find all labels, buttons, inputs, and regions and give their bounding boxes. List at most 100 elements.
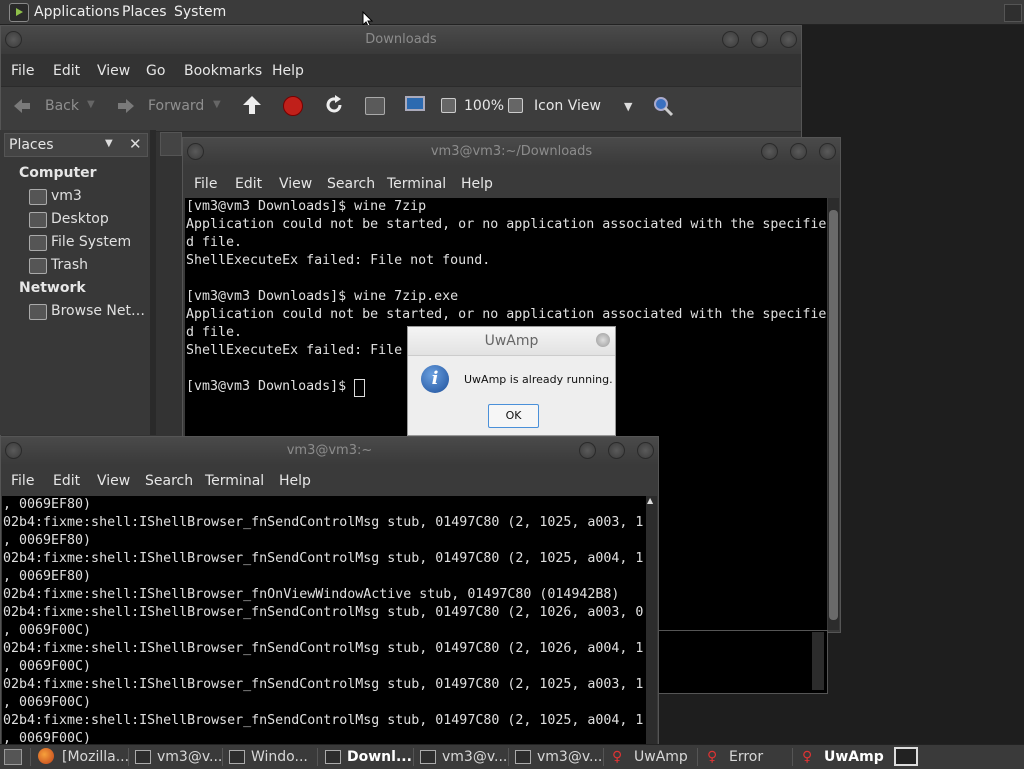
minimize-button[interactable]	[760, 143, 778, 160]
sidebar-dropdown-icon[interactable]: ▼	[105, 138, 113, 149]
stop-icon[interactable]	[283, 96, 303, 116]
terminal-icon	[420, 750, 436, 764]
close-button[interactable]	[780, 31, 797, 48]
back-dropdown-icon[interactable]: ▼	[87, 99, 95, 110]
menu-bookmarks[interactable]: Bookmarks	[184, 63, 262, 79]
menu-view[interactable]: View	[97, 63, 130, 79]
show-desktop-icon[interactable]	[4, 749, 22, 765]
maximize-button[interactable]	[607, 442, 625, 459]
menu-search[interactable]: Search	[145, 473, 193, 489]
terminal-home-scrollbar[interactable]: ▲	[646, 496, 657, 744]
task-error[interactable]: ♀ Error	[707, 747, 763, 767]
sidebar-item-vm3[interactable]: vm3	[51, 188, 82, 204]
terminal-downloads-scrollbar[interactable]	[828, 198, 839, 630]
workspace-switcher-icon[interactable]	[894, 747, 918, 766]
taskbar-separator	[30, 748, 31, 766]
task-terminal-2[interactable]: vm3@v...	[420, 747, 507, 767]
home-folder-icon[interactable]	[365, 97, 385, 115]
show-desktop-icon[interactable]	[1004, 4, 1022, 22]
sidebar-item-trash[interactable]: Trash	[51, 257, 88, 273]
scrollbar-thumb[interactable]	[829, 210, 838, 620]
view-mode-select[interactable]: Icon View	[534, 98, 601, 114]
task-uwamp-1[interactable]: ♀ UwAmp	[612, 747, 688, 767]
places-menu[interactable]: Places	[122, 4, 167, 20]
menu-edit[interactable]: Edit	[53, 473, 80, 489]
menu-search[interactable]: Search	[327, 176, 375, 192]
terminal-line: , 0069EF80)	[3, 533, 92, 548]
sidebar-close-icon[interactable]: ✕	[129, 135, 142, 153]
menu-edit[interactable]: Edit	[53, 63, 80, 79]
distro-logo-icon[interactable]	[9, 3, 29, 22]
dialog-titlebar[interactable]: UwAmp	[408, 327, 615, 356]
menu-view[interactable]: View	[97, 473, 130, 489]
forward-button[interactable]: Forward	[148, 98, 204, 114]
terminal-downloads-titlebar[interactable]: vm3@vm3:~/Downloads	[183, 138, 840, 166]
forward-arrow-icon[interactable]	[116, 97, 136, 115]
maximize-button[interactable]	[750, 31, 768, 48]
task-downloads[interactable]: Downl...	[325, 747, 412, 767]
window-menu-button[interactable]	[5, 442, 22, 459]
sidebar-item-desktop[interactable]: Desktop	[51, 211, 109, 227]
window-menu-button[interactable]	[5, 31, 22, 48]
terminal-line: 02b4:fixme:shell:IShellBrowser_fnSendCon…	[3, 713, 644, 728]
task-firefox[interactable]: [Mozilla...	[42, 747, 129, 767]
terminal-line: 02b4:fixme:shell:IShellBrowser_fnSendCon…	[3, 605, 644, 620]
top-panel: Applications Places System	[0, 0, 1024, 29]
menu-file[interactable]: File	[194, 176, 217, 192]
sidebar-section-computer: Computer	[19, 165, 97, 181]
sidebar-splitter[interactable]	[150, 130, 156, 435]
dialog-ok-button[interactable]: OK	[488, 404, 539, 428]
menu-go[interactable]: Go	[146, 63, 165, 79]
task-label: Downl...	[347, 749, 412, 765]
task-uwamp-2[interactable]: ♀ UwAmp	[802, 747, 884, 767]
applications-menu[interactable]: Applications	[34, 4, 120, 20]
sidebar-item-browse-network[interactable]: Browse Net…	[51, 303, 145, 319]
sidebar-item-file-system[interactable]: File System	[51, 234, 131, 250]
back-arrow-icon[interactable]	[12, 97, 32, 115]
search-icon[interactable]	[652, 95, 674, 117]
menu-file[interactable]: File	[11, 63, 34, 79]
sidebar-header[interactable]: Places ▼ ✕	[4, 133, 148, 157]
minimize-button[interactable]	[721, 31, 739, 48]
maximize-button[interactable]	[789, 143, 807, 160]
dialog-close-button[interactable]	[596, 333, 610, 347]
close-button[interactable]	[819, 143, 836, 160]
terminal-home-titlebar[interactable]: vm3@vm3:~	[1, 437, 658, 465]
taskbar-separator	[697, 748, 698, 766]
back-button[interactable]: Back	[45, 98, 79, 114]
task-terminal-3[interactable]: vm3@v...	[515, 747, 602, 767]
reload-icon[interactable]	[324, 95, 344, 115]
file-manager-menubar: File Edit View Go Bookmarks Help	[1, 57, 801, 85]
file-manager-titlebar[interactable]: Downloads	[1, 26, 801, 54]
menu-view[interactable]: View	[279, 176, 312, 192]
menu-terminal[interactable]: Terminal	[205, 473, 264, 489]
close-button[interactable]	[637, 442, 654, 459]
zoom-out-icon[interactable]	[441, 98, 456, 113]
computer-icon[interactable]	[405, 96, 425, 111]
terminal-downloads-menubar: File Edit View Search Terminal Help	[183, 170, 840, 198]
minimize-button[interactable]	[578, 442, 596, 459]
location-edit-icon[interactable]	[160, 132, 182, 156]
system-menu[interactable]: System	[174, 4, 226, 20]
task-label: UwAmp	[824, 749, 884, 765]
task-terminal-1[interactable]: vm3@v...	[135, 747, 222, 767]
window-title: vm3@vm3:~	[286, 443, 373, 458]
taskbar-separator	[413, 748, 414, 766]
menu-terminal[interactable]: Terminal	[387, 176, 446, 192]
up-arrow-icon[interactable]	[242, 95, 262, 115]
menu-edit[interactable]: Edit	[235, 176, 262, 192]
terminal-home-output[interactable]: , 0069EF80) 02b4:fixme:shell:IShellBrows…	[2, 496, 646, 746]
view-mode-dropdown-icon[interactable]: ▼	[624, 100, 632, 113]
wine-glass-icon: ♀	[612, 749, 623, 765]
menu-help[interactable]: Help	[272, 63, 304, 79]
task-windows-folder[interactable]: Windo...	[229, 747, 308, 767]
scroll-up-icon[interactable]: ▲	[647, 496, 653, 505]
zoom-in-icon[interactable]	[508, 98, 523, 113]
window-title: Downloads	[365, 32, 437, 47]
terminal-prompt: [vm3@vm3 Downloads]$	[186, 379, 355, 394]
menu-help[interactable]: Help	[461, 176, 493, 192]
forward-dropdown-icon[interactable]: ▼	[213, 99, 221, 110]
window-menu-button[interactable]	[187, 143, 204, 160]
menu-file[interactable]: File	[11, 473, 34, 489]
menu-help[interactable]: Help	[279, 473, 311, 489]
